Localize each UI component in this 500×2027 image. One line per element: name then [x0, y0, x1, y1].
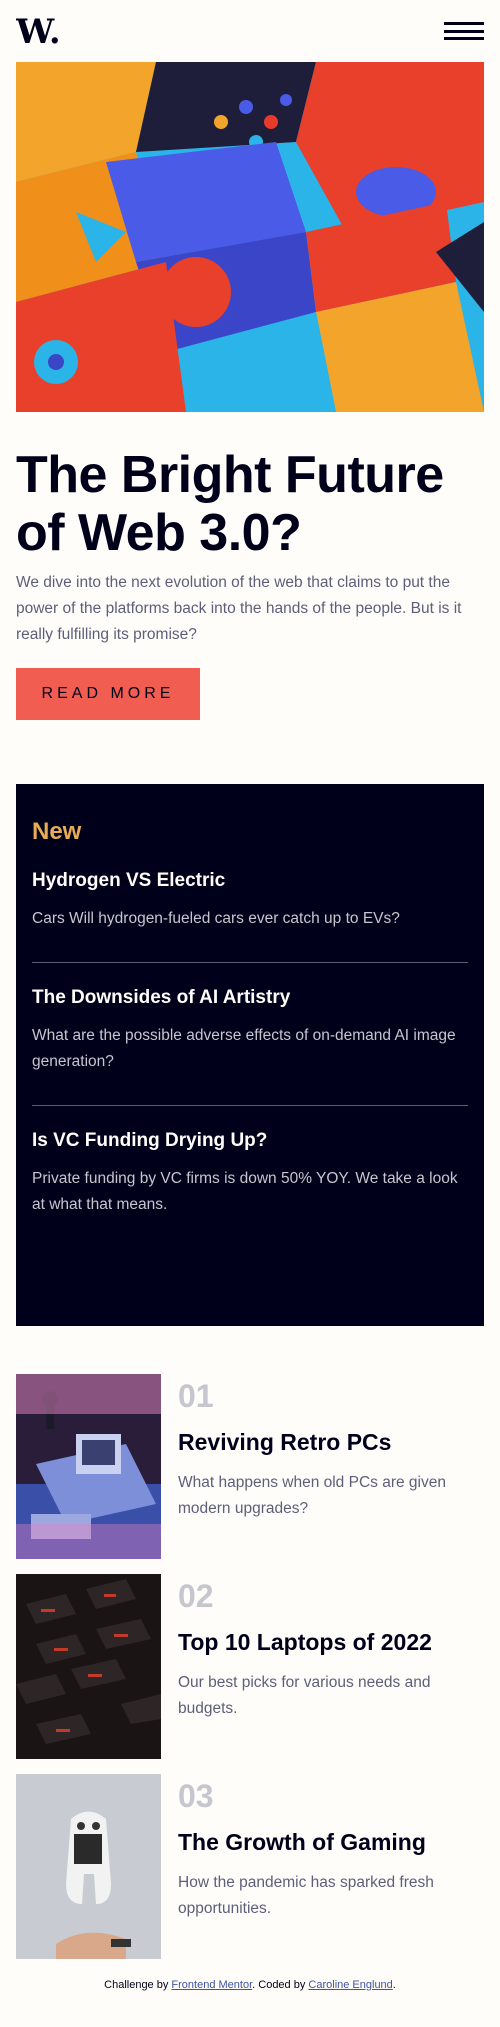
footer-prefix: Challenge by — [104, 1979, 172, 1991]
new-item: Hydrogen VS Electric Cars Will hydrogen-… — [32, 846, 468, 963]
footer-suffix: . — [392, 1979, 396, 1991]
list-item: 03 The Growth of Gaming How the pandemic… — [16, 1774, 484, 1959]
new-heading: New — [32, 818, 82, 845]
list-text: How the pandemic has sparked fresh oppor… — [178, 1874, 434, 1917]
retro-pcs-image — [16, 1374, 161, 1559]
svg-text:W.: W. — [16, 15, 61, 47]
list-title[interactable]: Top 10 Laptops of 2022 — [178, 1629, 484, 1656]
new-item-text: What are the possible adverse effects of… — [32, 1027, 456, 1070]
read-more-button[interactable]: Read more — [16, 668, 200, 720]
list-body: 02 Top 10 Laptops of 2022 Our best picks… — [178, 1574, 484, 1759]
list-body: 03 The Growth of Gaming How the pandemic… — [178, 1774, 484, 1959]
list-number: 02 — [178, 1578, 214, 1614]
new-item-text: Cars Will hydrogen-fueled cars ever catc… — [32, 910, 400, 927]
list-title[interactable]: Reviving Retro PCs — [178, 1429, 484, 1456]
list-text: What happens when old PCs are given mode… — [178, 1474, 446, 1517]
author-link[interactable]: Caroline Englund — [308, 1979, 392, 1991]
logo[interactable]: W. — [16, 15, 66, 47]
page: W. The Bright Future of Web 3.0? We dive… — [0, 0, 500, 2027]
new-section: New Hydrogen VS Electric Cars Will hydro… — [16, 784, 484, 1326]
frontend-mentor-link[interactable]: Frontend Mentor — [171, 1979, 252, 1991]
list-number: 03 — [178, 1778, 214, 1814]
new-item-title[interactable]: Hydrogen VS Electric — [32, 870, 468, 892]
new-item: The Downsides of AI Artistry What are th… — [32, 963, 468, 1106]
footer-middle: . Coded by — [252, 1979, 309, 1991]
hero-description: We dive into the next evolution of the w… — [16, 574, 462, 643]
list-body: 01 Reviving Retro PCs What happens when … — [178, 1374, 484, 1559]
new-item: Is VC Funding Drying Up? Private funding… — [32, 1106, 468, 1248]
hamburger-menu-button[interactable] — [444, 22, 484, 40]
hero-title: The Bright Future of Web 3.0? — [16, 446, 444, 562]
menu-line — [444, 29, 484, 33]
gaming-image — [16, 1774, 161, 1959]
new-item-title[interactable]: Is VC Funding Drying Up? — [32, 1130, 468, 1152]
list-number: 01 — [178, 1378, 214, 1414]
hero-image — [16, 62, 484, 412]
site-header: W. — [16, 0, 484, 62]
attribution-footer: Challenge by Frontend Mentor. Coded by C… — [16, 1979, 484, 1991]
list-title[interactable]: The Growth of Gaming — [178, 1829, 484, 1856]
new-item-title[interactable]: The Downsides of AI Artistry — [32, 987, 468, 1009]
list-item: 02 Top 10 Laptops of 2022 Our best picks… — [16, 1574, 484, 1759]
menu-line — [444, 22, 484, 25]
list-text: Our best picks for various needs and bud… — [178, 1674, 431, 1717]
menu-line — [444, 37, 484, 40]
list-item: 01 Reviving Retro PCs What happens when … — [16, 1374, 484, 1559]
numbered-articles: 01 Reviving Retro PCs What happens when … — [16, 1374, 484, 1959]
new-item-text: Private funding by VC firms is down 50% … — [32, 1170, 458, 1213]
laptops-image — [16, 1574, 161, 1759]
